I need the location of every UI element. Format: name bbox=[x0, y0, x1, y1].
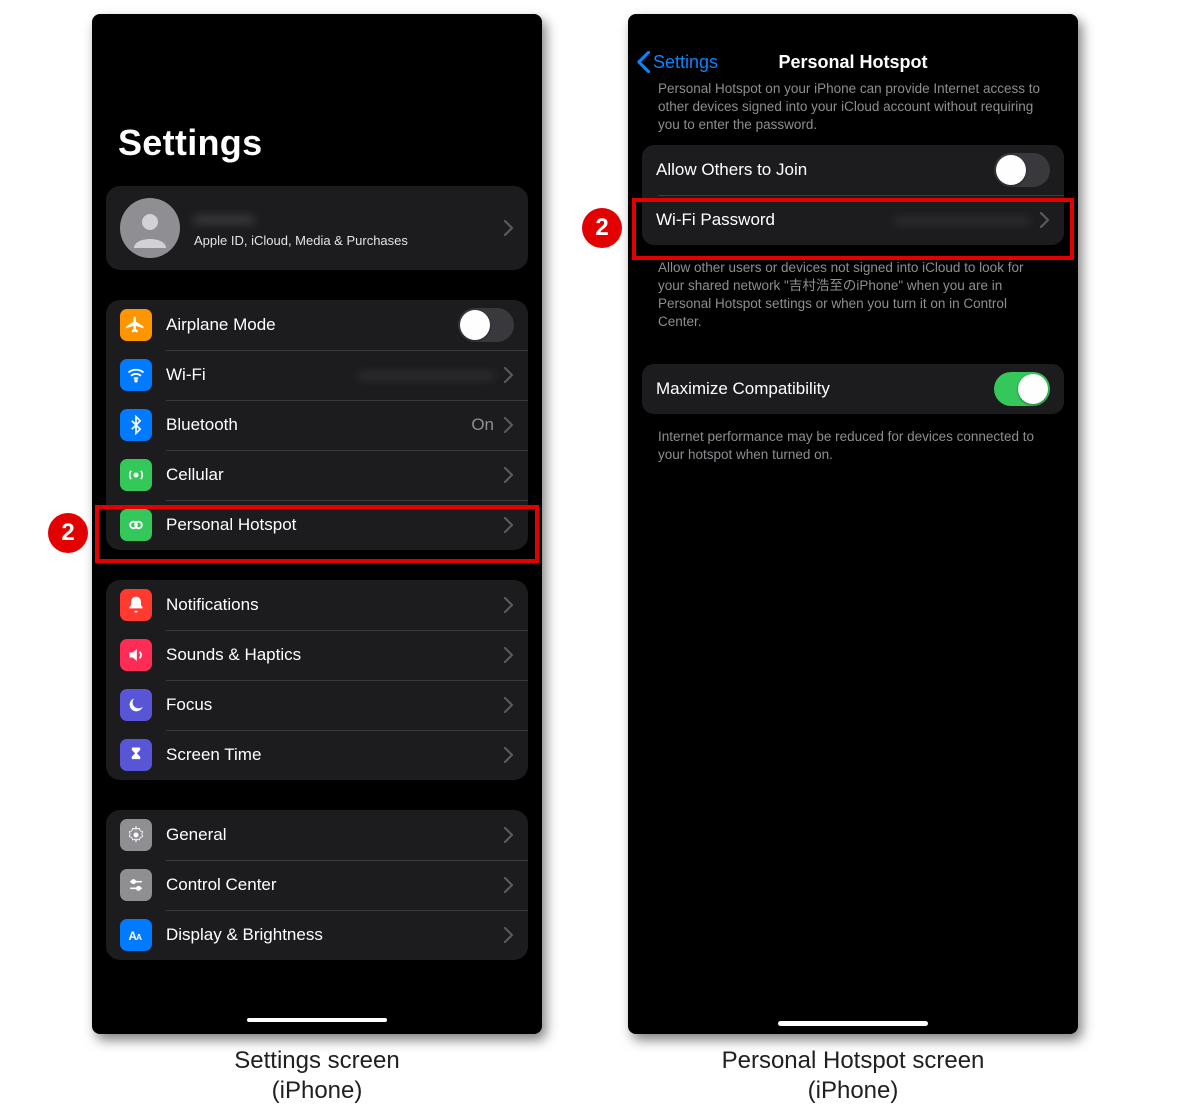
wifi-row[interactable]: Wi-Fi ———————— bbox=[106, 350, 528, 400]
settings-group-notifications: Notifications Sounds & Haptics Focus Scr… bbox=[106, 580, 528, 780]
personal-hotspot-row[interactable]: Personal Hotspot bbox=[106, 500, 528, 550]
cellular-row[interactable]: Cellular bbox=[106, 450, 528, 500]
maxcompat-note: Internet performance may be reduced for … bbox=[628, 414, 1078, 474]
row-label: Wi-Fi bbox=[166, 365, 206, 385]
nav-title: Personal Hotspot bbox=[628, 52, 1078, 73]
step-number-badge: 2 bbox=[48, 513, 88, 553]
intro-note: Personal Hotspot on your iPhone can prov… bbox=[628, 66, 1078, 145]
profile-name: ——— bbox=[194, 208, 498, 231]
profile-card: ——— Apple ID, iCloud, Media & Purchases bbox=[106, 186, 528, 270]
bluetooth-icon bbox=[120, 409, 152, 441]
page-title: Settings bbox=[92, 14, 542, 186]
row-label: Screen Time bbox=[166, 745, 261, 765]
row-label: Maximize Compatibility bbox=[656, 379, 830, 399]
focus-row[interactable]: Focus bbox=[106, 680, 528, 730]
row-label: Wi-Fi Password bbox=[656, 210, 775, 230]
moon-icon bbox=[120, 689, 152, 721]
step-number-badge: 2 bbox=[582, 208, 622, 248]
svg-text:A: A bbox=[136, 932, 142, 942]
chevron-right-icon bbox=[504, 417, 514, 433]
caption-right: Personal Hotspot screen(iPhone) bbox=[628, 1046, 1078, 1106]
settings-screen: Settings ——— Apple ID, iCloud, Media & P… bbox=[92, 14, 542, 1034]
settings-group-general: General Control Center AA Display & Brig… bbox=[106, 810, 528, 960]
text-size-icon: AA bbox=[120, 919, 152, 951]
airplane-icon bbox=[120, 309, 152, 341]
hotspot-icon bbox=[120, 509, 152, 541]
allow-note: Allow other users or devices not signed … bbox=[628, 245, 1078, 342]
chevron-right-icon bbox=[504, 647, 514, 663]
hourglass-icon bbox=[120, 739, 152, 771]
compatibility-card: Maximize Compatibility bbox=[642, 364, 1064, 414]
cellular-icon bbox=[120, 459, 152, 491]
row-label: Notifications bbox=[166, 595, 259, 615]
row-label: Display & Brightness bbox=[166, 925, 323, 945]
airplane-mode-row[interactable]: Airplane Mode bbox=[106, 300, 528, 350]
notifications-row[interactable]: Notifications bbox=[106, 580, 528, 630]
max-compat-toggle[interactable] bbox=[994, 372, 1050, 406]
row-label: Focus bbox=[166, 695, 212, 715]
allow-others-row[interactable]: Allow Others to Join bbox=[642, 145, 1064, 195]
display-brightness-row[interactable]: AA Display & Brightness bbox=[106, 910, 528, 960]
wifi-network-value: ———————— bbox=[358, 365, 494, 385]
allow-others-toggle[interactable] bbox=[994, 153, 1050, 187]
chevron-right-icon bbox=[504, 367, 514, 383]
chevron-right-icon bbox=[1040, 212, 1050, 228]
wifi-password-value: ———————— bbox=[894, 210, 1030, 230]
allow-others-card: Allow Others to Join Wi-Fi Password ————… bbox=[642, 145, 1064, 245]
bell-icon bbox=[120, 589, 152, 621]
chevron-right-icon bbox=[504, 697, 514, 713]
home-indicator bbox=[247, 1018, 387, 1022]
bluetooth-value: On bbox=[471, 415, 494, 435]
sounds-row[interactable]: Sounds & Haptics bbox=[106, 630, 528, 680]
profile-subtitle: Apple ID, iCloud, Media & Purchases bbox=[194, 233, 498, 248]
gear-icon bbox=[120, 819, 152, 851]
screen-time-row[interactable]: Screen Time bbox=[106, 730, 528, 780]
chevron-right-icon bbox=[504, 927, 514, 943]
home-indicator bbox=[778, 1021, 928, 1026]
row-label: General bbox=[166, 825, 226, 845]
apple-id-row[interactable]: ——— Apple ID, iCloud, Media & Purchases bbox=[106, 186, 528, 270]
chevron-right-icon bbox=[504, 877, 514, 893]
sliders-icon bbox=[120, 869, 152, 901]
chevron-right-icon bbox=[504, 517, 514, 533]
chevron-right-icon bbox=[504, 827, 514, 843]
nav-bar: Settings Personal Hotspot bbox=[628, 14, 1078, 66]
row-label: Sounds & Haptics bbox=[166, 645, 301, 665]
settings-group-connectivity: Airplane Mode Wi-Fi ———————— Bluetooth O… bbox=[106, 300, 528, 550]
general-row[interactable]: General bbox=[106, 810, 528, 860]
row-label: Airplane Mode bbox=[166, 315, 276, 335]
personal-hotspot-screen: Settings Personal Hotspot Personal Hotsp… bbox=[628, 14, 1078, 1034]
row-label: Bluetooth bbox=[166, 415, 238, 435]
row-label: Control Center bbox=[166, 875, 277, 895]
maximize-compatibility-row[interactable]: Maximize Compatibility bbox=[642, 364, 1064, 414]
chevron-right-icon bbox=[504, 220, 514, 236]
control-center-row[interactable]: Control Center bbox=[106, 860, 528, 910]
airplane-toggle[interactable] bbox=[458, 308, 514, 342]
wifi-password-row[interactable]: Wi-Fi Password ———————— bbox=[642, 195, 1064, 245]
chevron-right-icon bbox=[504, 747, 514, 763]
row-label: Allow Others to Join bbox=[656, 160, 807, 180]
wifi-icon bbox=[120, 359, 152, 391]
avatar bbox=[120, 198, 180, 258]
bluetooth-row[interactable]: Bluetooth On bbox=[106, 400, 528, 450]
chevron-right-icon bbox=[504, 597, 514, 613]
row-label: Cellular bbox=[166, 465, 224, 485]
caption-left: Settings screen(iPhone) bbox=[92, 1046, 542, 1106]
speaker-icon bbox=[120, 639, 152, 671]
chevron-right-icon bbox=[504, 467, 514, 483]
row-label: Personal Hotspot bbox=[166, 515, 296, 535]
